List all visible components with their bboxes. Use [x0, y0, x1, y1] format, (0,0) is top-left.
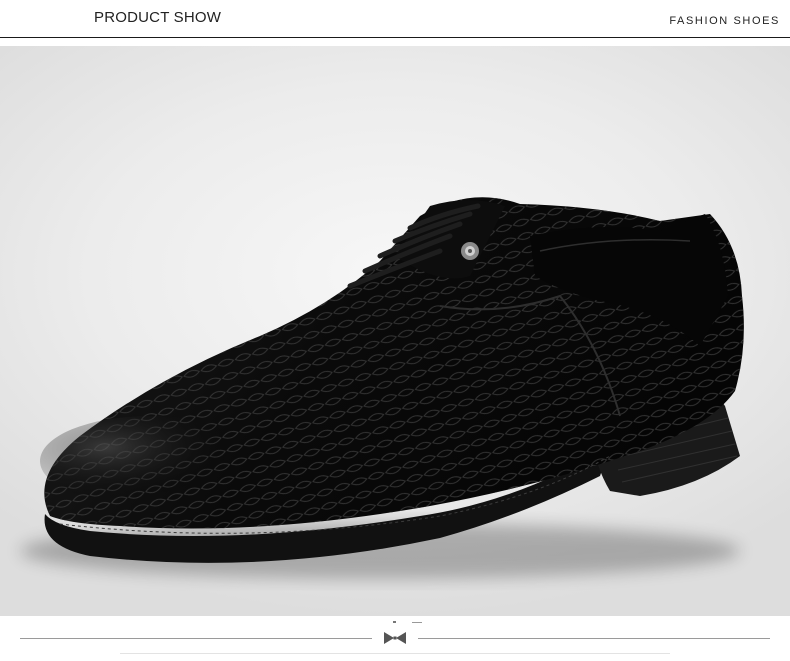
shoe-illustration — [20, 197, 744, 579]
page-footer — [0, 616, 790, 661]
emblem-icon — [461, 242, 479, 260]
footer-dash — [412, 622, 422, 623]
toe-highlight — [40, 416, 260, 506]
header-divider — [0, 37, 790, 38]
footer-dot — [393, 621, 396, 623]
header-title: PRODUCT SHOW — [94, 9, 222, 26]
page-header: PRODUCT SHOW FASHION SHOES — [0, 0, 790, 46]
product-photo — [0, 46, 790, 616]
footer-faint-line — [120, 653, 670, 654]
header-subtitle: FASHION SHOES — [669, 15, 780, 27]
footer-divider-left — [20, 638, 372, 639]
footer-divider-right — [418, 638, 770, 639]
bowtie-icon — [384, 632, 406, 644]
